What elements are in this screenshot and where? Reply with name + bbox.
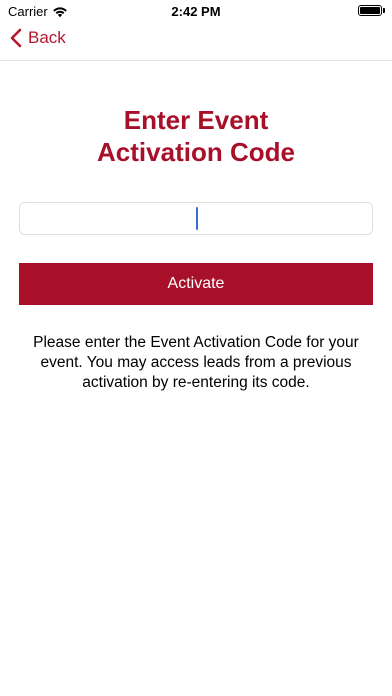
instructions-text: Please enter the Event Activation Code f…: [33, 334, 359, 391]
activation-screen: Carrier 2:42 PM Back Enter Event Activat…: [0, 0, 392, 696]
status-bar: Carrier 2:42 PM: [0, 0, 392, 22]
status-time: 2:42 PM: [171, 4, 221, 19]
battery-level: [360, 7, 380, 14]
chevron-left-icon: [10, 28, 22, 48]
back-label: Back: [28, 28, 66, 47]
back-button[interactable]: Back: [10, 28, 66, 48]
battery-icon: [358, 5, 382, 16]
activate-button[interactable]: Activate: [19, 263, 373, 305]
page-title: Enter Event Activation Code: [97, 105, 295, 167]
activation-code-input[interactable]: [19, 202, 373, 235]
navigation-bar: Back: [0, 22, 392, 61]
activate-button-label: Activate: [167, 275, 225, 292]
battery-nub: [383, 8, 385, 13]
text-cursor: [196, 207, 198, 230]
